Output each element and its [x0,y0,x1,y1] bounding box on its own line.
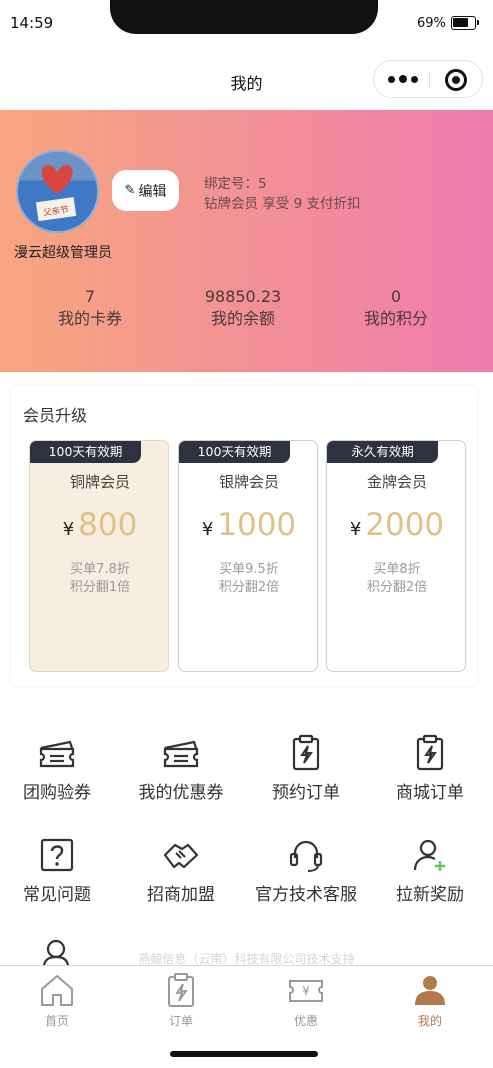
home-icon [41,975,73,1006]
stat-value: 98850.23 [204,287,282,306]
user-icon [415,976,445,1005]
question-icon [40,838,74,872]
menu-label: 招商加盟 [147,885,215,905]
tier-name: 金牌会员 [366,473,427,491]
menu-label: 拉新奖励 [396,885,464,905]
stat-label: 我的卡券 [57,309,122,328]
profile-header: 父亲节 漫云超级管理员 ✎ 编辑 绑定号：5 钻牌会员 享受 9 支付折扣 7 … [0,110,493,372]
nav-bar: 我的 [0,48,493,110]
price-amount: 2000 [365,507,445,543]
member-info: 绑定号：5 钻牌会员 享受 9 支付折扣 [204,174,360,214]
ticket-icon [39,740,75,768]
svg-text:¥: ¥ [302,984,310,998]
menu-item-franchise[interactable]: 招商加盟 [119,822,243,905]
username: 漫云超级管理员 [14,245,112,261]
discount-icon: ¥ [289,980,323,1002]
bind-number: 绑定号：5 [204,176,267,192]
tier-price: ¥2000 [327,507,465,543]
points-text: 积分翻2倍 [218,580,280,595]
tab-mine[interactable]: 我的 [374,966,486,1036]
validity-badge: 100天有效期 [30,441,141,463]
menu-item-my-coupons[interactable]: 我的优惠券 [119,720,243,803]
menu-item-faq[interactable]: 常见问题 [0,822,119,905]
tier-price: ¥1000 [179,507,317,543]
battery-icon [451,16,479,30]
tier-name: 铜牌会员 [69,473,130,491]
currency-symbol: ¥ [201,519,214,540]
tier-card-gold[interactable]: 永久有效期 金牌会员 ¥2000 买单8折 积分翻2倍 [326,440,466,672]
menu-item-group-buy-verify[interactable]: 团购验券 [0,720,119,803]
menu-item-mall-orders[interactable]: 商城订单 [368,720,492,803]
home-indicator [170,1051,318,1057]
menu-label: 常见问题 [23,885,91,905]
tier-benefits: 买单9.5折 积分翻2倍 [179,561,317,597]
tier-benefits: 买单8折 积分翻2倍 [327,561,465,597]
stat-value: 7 [84,287,96,306]
stat-cards[interactable]: 7 我的卡券 [20,286,160,330]
stat-value: 0 [390,287,402,306]
stat-label: 我的积分 [363,309,428,328]
tab-orders[interactable]: 订单 [125,966,237,1036]
tier-benefits: 买单7.8折 积分翻1倍 [30,561,168,597]
menu-label: 预约订单 [272,783,340,803]
battery-percent: 69% [417,16,446,31]
tab-discounts[interactable]: ¥ 优惠 [250,966,362,1036]
tab-label: 我的 [417,1014,442,1028]
tab-home[interactable]: 首页 [1,966,113,1036]
coupon-icon [163,740,199,768]
handshake-icon [163,843,199,869]
status-bar: 14:59 69% [0,0,493,48]
price-amount: 800 [78,507,138,543]
tab-label: 首页 [44,1014,69,1028]
member-upgrade-section: 会员升级 100天有效期 铜牌会员 ¥800 买单7.8折 积分翻1倍 100天… [11,386,477,686]
validity-badge: 永久有效期 [327,441,438,463]
section-title: 会员升级 [23,406,88,425]
menu-label: 我的优惠券 [138,783,224,803]
currency-symbol: ¥ [349,519,362,540]
headset-icon [289,840,323,872]
notch [110,0,378,34]
user-add-icon [413,839,445,871]
stat-points[interactable]: 0 我的积分 [326,286,466,330]
tab-label: 订单 [168,1014,193,1028]
menu-item-booking-orders[interactable]: 预约订单 [244,720,368,803]
capsule-divider [429,71,430,89]
discount-text: 买单8折 [373,562,421,577]
points-text: 积分翻2倍 [366,580,428,595]
menu-item-tech-support[interactable]: 官方技术客服 [244,822,368,905]
validity-badge: 100天有效期 [179,441,290,463]
menu-label: 官方技术客服 [255,885,357,905]
menu-label: 商城订单 [396,783,464,803]
avatar[interactable]: 父亲节 [16,150,99,233]
currency-symbol: ¥ [62,519,75,540]
tier-card-bronze[interactable]: 100天有效期 铜牌会员 ¥800 买单7.8折 积分翻1倍 [29,440,169,672]
price-amount: 1000 [217,507,297,543]
member-level: 钻牌会员 享受 9 支付折扣 [204,196,361,212]
stat-balance[interactable]: 98850.23 我的余额 [173,286,313,330]
stats-row: 7 我的卡券 98850.23 我的余额 0 我的积分 [0,286,493,336]
edit-profile-button[interactable]: ✎ 编辑 [112,170,179,211]
more-icon[interactable] [388,73,418,85]
stat-label: 我的余额 [210,309,275,328]
avatar-image: 父亲节 [18,152,97,231]
points-text: 积分翻1倍 [69,580,131,595]
mini-program-capsule [373,60,483,98]
tab-label: 优惠 [293,1014,318,1028]
status-time: 14:59 [10,14,54,32]
tier-name: 银牌会员 [218,473,279,491]
clipboard-bolt-icon [292,734,320,771]
discount-text: 买单7.8折 [70,562,130,577]
discount-text: 买单9.5折 [219,562,279,577]
tier-card-silver[interactable]: 100天有效期 银牌会员 ¥1000 买单9.5折 积分翻2倍 [178,440,318,672]
order-icon [168,973,194,1007]
pencil-icon: ✎ [124,183,136,198]
edit-label: 编辑 [138,183,167,200]
close-mini-program-icon[interactable] [445,69,467,91]
tier-price: ¥800 [30,507,168,543]
menu-item-referral-reward[interactable]: 拉新奖励 [368,822,492,905]
clipboard-bolt-icon [416,734,444,771]
menu-label: 团购验券 [23,783,91,803]
